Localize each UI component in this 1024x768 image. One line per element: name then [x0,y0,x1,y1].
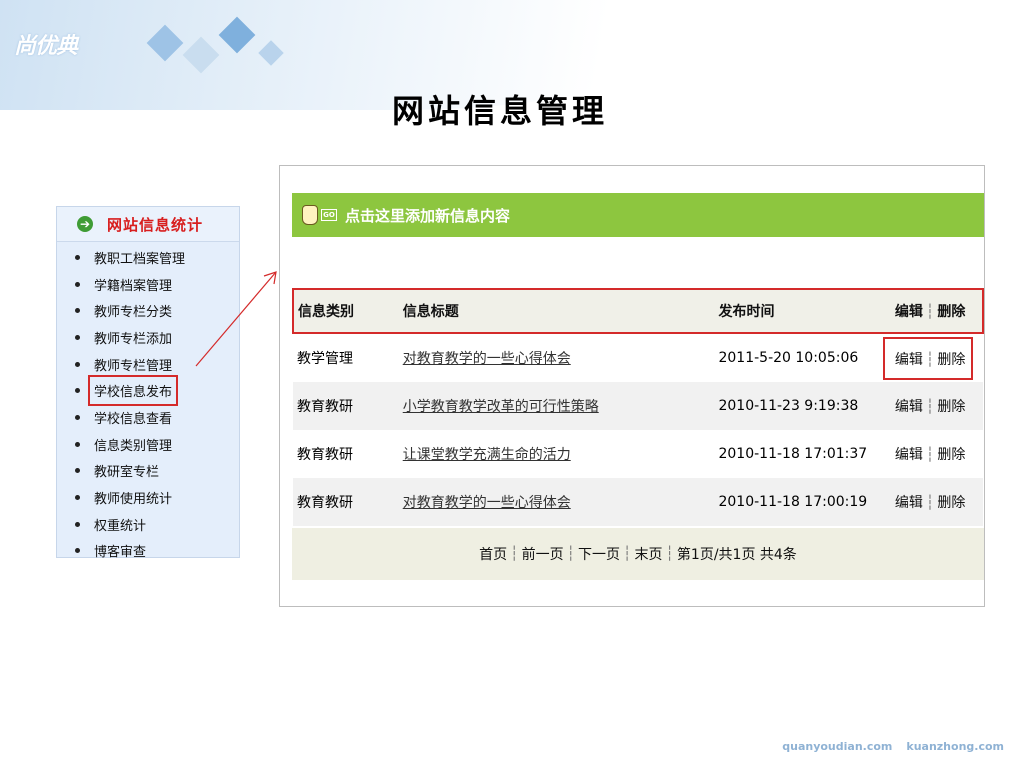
hand-pointer-icon [302,205,318,225]
column-header-title: 信息标题 [402,288,719,334]
brand-logo: 尚优典 [14,34,78,59]
pagination: 首页 ┆ 前一页 ┆ 下一页 ┆ 末页 ┆ 第1页/共1页 共4条 [292,528,984,580]
sidebar-menu: 教职工档案管理 学籍档案管理 教师专栏分类 教师专栏添加 教师专栏管理 学校信息… [57,242,239,564]
info-management-panel: GO 点击这里添加新信息内容 信息类别 信息标题 发布时间 编辑 ┆ 删除 教学管理… [279,165,985,607]
column-header-category: 信息类别 [292,288,403,334]
arrow-right-icon: ➔ [77,216,93,232]
bullet-icon [75,281,80,287]
go-icon: GO [321,209,337,221]
cell-time: 2011-5-20 10:05:06 [718,350,859,366]
bullet-icon [75,388,80,394]
edit-link[interactable]: 编辑 [895,352,923,368]
sidebar-item-research-column[interactable]: 教研室专栏 [57,458,239,485]
sidebar-item-staff-archive[interactable]: 教职工档案管理 [57,244,239,271]
bullet-icon [75,334,80,340]
cell-category: 教育教研 [293,382,403,430]
pager-status: 第1页/共1页 共4条 [676,547,797,563]
cell-category: 教育教研 [293,478,403,526]
table-row: 教学管理 对教育教学的一些心得体会 2011-5-20 10:05:06 编辑 ┆… [293,333,983,382]
pager-prev[interactable]: 前一页 [522,544,564,564]
table-row: 教育教研 让课堂教学充满生命的活力 2010-11-18 17:01:37 编辑… [293,430,983,478]
cell-time: 2010-11-23 9:19:38 [718,382,895,430]
edit-link[interactable]: 编辑 [895,399,923,415]
pager-first[interactable]: 首页 [479,544,507,564]
table-row: 教育教研 小学教育教学改革的可行性策略 2010-11-23 9:19:38 编… [293,382,983,430]
bullet-icon [75,414,80,420]
column-header-time: 发布时间 [718,288,895,334]
delete-link[interactable]: 删除 [937,399,965,415]
add-info-bar: GO 点击这里添加新信息内容 [292,193,984,237]
sidebar-item-info-publish[interactable]: 学校信息发布 [57,375,239,407]
bullet-icon [75,468,80,474]
sidebar: ➔ 网站信息统计 教职工档案管理 学籍档案管理 教师专栏分类 教师专栏添加 教师… [56,206,240,560]
bullet-icon [75,441,80,447]
info-title-link[interactable]: 对教育教学的一些心得体会 [403,495,571,511]
sidebar-item-column-manage[interactable]: 教师专栏管理 [57,351,239,378]
cell-time: 2010-11-18 17:01:37 [718,446,868,462]
cell-time: 2010-11-18 17:00:19 [718,478,895,526]
cell-category: 教育教研 [297,447,353,463]
info-title-link[interactable]: 让课堂教学充满生命的活力 [403,447,571,463]
delete-link[interactable]: 删除 [937,352,965,368]
bullet-icon [75,548,80,554]
info-title-link[interactable]: 对教育教学的一些心得体会 [403,351,571,367]
info-title-link[interactable]: 小学教育教学改革的可行性策略 [403,399,599,415]
sidebar-item-column-category[interactable]: 教师专栏分类 [57,297,239,324]
add-info-link[interactable]: 点击这里添加新信息内容 [345,205,510,226]
bullet-icon [75,308,80,314]
sidebar-item-blog-review[interactable]: 博客审查 [57,538,239,565]
column-header-actions: 编辑 ┆ 删除 [894,288,985,334]
sidebar-item-weight-stats[interactable]: 权重统计 [57,511,239,538]
delete-link[interactable]: 删除 [937,447,965,463]
pager-last[interactable]: 末页 [634,544,662,564]
edit-link[interactable]: 编辑 [895,447,923,463]
edit-link[interactable]: 编辑 [895,495,923,511]
sidebar-title: 网站信息统计 [107,215,204,234]
sidebar-item-column-add[interactable]: 教师专栏添加 [57,324,239,351]
bullet-icon [75,254,80,260]
table-header-row: 信息类别 信息标题 发布时间 编辑 ┆ 删除 [292,288,985,334]
page-title: 网站信息管理 [391,92,608,130]
pager-next[interactable]: 下一页 [578,544,620,564]
cell-category: 教学管理 [297,351,353,367]
sidebar-item-usage-stats[interactable]: 教师使用统计 [57,484,239,511]
sidebar-item-info-view[interactable]: 学校信息查看 [57,404,239,431]
info-table: 信息类别 信息标题 发布时间 编辑 ┆ 删除 教学管理 对教育教学的一些心得体会 2… [292,288,985,526]
bullet-icon [75,495,80,501]
bullet-icon [75,361,80,367]
sidebar-item-student-archive[interactable]: 学籍档案管理 [57,271,239,298]
delete-link[interactable]: 删除 [937,495,965,511]
table-row: 教育教研 对教育教学的一些心得体会 2010-11-18 17:00:19 编辑… [293,478,983,526]
sidebar-header: ➔ 网站信息统计 [57,207,239,242]
sidebar-item-info-category[interactable]: 信息类别管理 [57,431,239,458]
bullet-icon [75,521,80,527]
footer-watermark: quanyoudian.com kuanzhong.com [782,740,1004,753]
row-actions-highlight: 编辑 ┆ 删除 [882,336,974,380]
